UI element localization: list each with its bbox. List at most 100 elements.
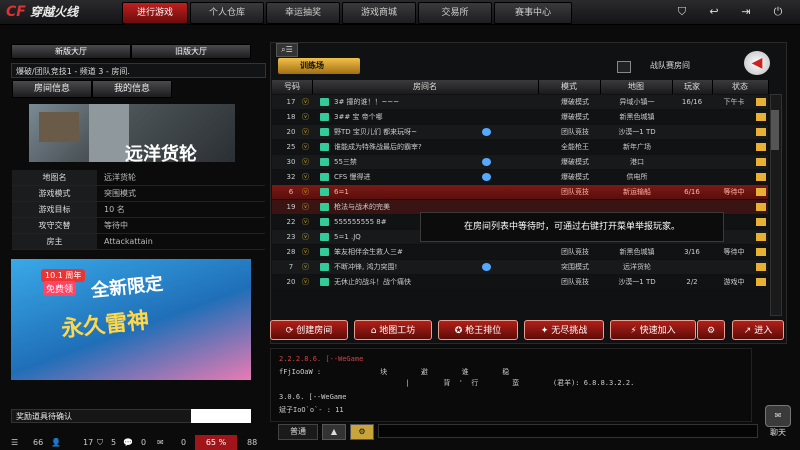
room-number: 6 [288, 188, 294, 196]
new-hall-button[interactable]: 新版大厅 [11, 44, 131, 59]
chat-up-button[interactable]: ▲ [322, 424, 346, 440]
list-icon[interactable]: ☰ [11, 435, 18, 450]
room-row[interactable]: ⓥ 25 谁能成为特殊战最后的霸宰? 全能枪王 新年广场 [272, 140, 768, 154]
room-row[interactable]: ⓥ 7 不断冲锋, 鸿力突围! 突围模式 远洋货轮 [272, 260, 768, 274]
chat-line: 3.0.6. [--WeGame [279, 393, 347, 401]
mail-icon[interactable]: ✉ [157, 435, 164, 450]
promo-banner[interactable]: 10.1 周年 免费领 全新限定 永久雷神 [11, 259, 251, 380]
back-icon[interactable]: ↩ [705, 3, 723, 21]
room-players [672, 140, 712, 154]
room-players: 2/2 [686, 278, 698, 286]
status-badge-icon [756, 203, 766, 211]
status-badge-icon [756, 158, 766, 166]
map-workshop-button[interactable]: ⌂ 地图工坊 [354, 320, 432, 340]
room-name: 野TD 宝贝儿们 都来玩呀~ [334, 128, 417, 136]
room-players [672, 260, 712, 274]
room-players: 3/16 [684, 248, 700, 256]
room-name: CFS 慢得进 [334, 173, 371, 181]
mode-filter-button[interactable]: 训练场 [278, 58, 360, 74]
search-icon[interactable]: ⌕☰ [276, 43, 298, 57]
status-badge-icon [756, 278, 766, 286]
report-tooltip: 在房间列表中等待时，可通过右键打开菜单举报玩家。 [420, 212, 724, 242]
quick-join-button[interactable]: ⚡ 快速加入 [610, 320, 696, 340]
room-map: 新黑色城镇 [619, 248, 655, 256]
room-name: 无休止的战斗！战个痛快 [334, 278, 411, 286]
room-type-icon [320, 98, 329, 106]
tab-play[interactable]: 进行游戏 [122, 2, 188, 24]
spectate-icon[interactable] [482, 263, 491, 271]
shield-icon[interactable]: ⛉ [673, 3, 691, 21]
map-preview-title: 远洋货轮 [125, 144, 197, 165]
banner-free-tag: 免费领 [43, 281, 77, 296]
room-status [714, 260, 754, 274]
gear-icon: ⚙ [706, 326, 716, 336]
room-number: 22 [286, 218, 296, 226]
battle-room-checkbox[interactable] [617, 61, 631, 73]
create-room-icon: ⟳ [285, 326, 297, 336]
create-room-button[interactable]: ⟳ 创建房间 [270, 320, 348, 340]
quick-join-icon: ⚡ [630, 326, 640, 336]
exit-icon[interactable]: ⇥ [737, 3, 755, 21]
back-arrow-icon[interactable]: ◀ [744, 51, 770, 75]
tab-lottery[interactable]: 幸运抽奖 [266, 2, 340, 24]
room-status: 下午卡 [723, 98, 745, 106]
chat-log[interactable]: 2.2.2.8.6. [--WeGame fFjIoOaW : 块 避 谁 稳 … [270, 348, 752, 422]
banner-line2: 永久雷神 [60, 308, 151, 343]
room-status [714, 140, 754, 154]
settings-button[interactable]: ⚙ [697, 320, 725, 340]
tab-warehouse[interactable]: 个人仓库 [190, 2, 264, 24]
tab-exchange[interactable]: 交易所 [418, 2, 492, 24]
room-row[interactable]: ⓥ 17 3# 撞的谁！！~~~ 爆破模式 异域小镇一 16/16 下午卡 [272, 95, 768, 109]
tab-shop[interactable]: 游戏商城 [342, 2, 416, 24]
scrollbar-thumb[interactable] [771, 110, 779, 150]
room-map: 新年广场 [623, 143, 651, 151]
info-row: 游戏目标 10 名 [12, 202, 265, 218]
room-status: 等待中 [723, 248, 745, 256]
room-players [672, 125, 712, 139]
enter-room-button[interactable]: ↗ 进入 [732, 320, 784, 340]
tab-my-info[interactable]: 我的信息 [92, 80, 172, 98]
tab-room-info[interactable]: 房间信息 [12, 80, 92, 98]
chat-settings-button[interactable]: ⚙ [350, 424, 374, 440]
endless-challenge-button[interactable]: ✦ 无尽挑战 [524, 320, 604, 340]
room-map: 异域小镇一 [619, 98, 655, 106]
room-row[interactable]: ⓥ 32 CFS 慢得进 爆破模式 供电所 [272, 170, 768, 184]
room-type-icon [320, 143, 329, 151]
info-row: 游戏模式 突围模式 [12, 186, 265, 202]
room-type-icon [320, 128, 329, 136]
old-hall-button[interactable]: 旧版大厅 [131, 44, 251, 59]
chat-line: 2.2.2.8.6. [--WeGame [279, 355, 364, 363]
room-number: 32 [286, 173, 296, 181]
room-row[interactable]: ⓥ 28 笨友相伴余生救人三# 团队竞技 新黑色城镇 3/16 等待中 [272, 245, 768, 259]
room-row[interactable]: ⓥ 6 6=1 团队竞技 新运输船 6/16 等待中 [272, 185, 768, 199]
room-status: 等待中 [723, 188, 745, 196]
room-map: 供电所 [626, 173, 648, 181]
fps-indicator: 65 % [195, 435, 237, 450]
power-icon[interactable]: ⏻ [769, 3, 787, 21]
info-row: 地图名 远洋货轮 [12, 170, 265, 186]
room-row[interactable]: ⓥ 30 55三禁 爆破模式 港口 [272, 155, 768, 169]
room-row[interactable]: ⓥ 18 3## 宝 帝个哪 爆破模式 新黑色城镇 [272, 110, 768, 124]
room-map: 新黑色城镇 [619, 113, 655, 121]
open-chat-button[interactable]: ✉ 聊天 [762, 405, 794, 445]
room-number: 28 [286, 248, 296, 256]
room-number: 7 [288, 263, 294, 271]
room-number: 20 [286, 128, 296, 136]
chat-mode-select[interactable]: 普通 [278, 424, 318, 440]
room-row[interactable]: ⓥ 20 野TD 宝贝儿们 都来玩呀~ 团队竞技 沙漠一1 TD [272, 125, 768, 139]
spectate-icon[interactable] [482, 173, 491, 181]
tab-events[interactable]: 赛事中心 [494, 2, 572, 24]
room-name: 不断冲锋, 鸿力突围! [334, 263, 398, 271]
ranking-button[interactable]: ✪ 枪王排位 [438, 320, 518, 340]
room-type-icon [320, 278, 329, 286]
status-badge-icon [756, 113, 766, 121]
room-status [714, 125, 754, 139]
room-players [672, 110, 712, 124]
shield-small-icon: ⛉ [97, 438, 103, 447]
status-badge-icon [756, 143, 766, 151]
channel-breadcrumb: 爆破/团队竞技1 - 频道 3 - 房间. [11, 63, 266, 78]
chat-input[interactable] [378, 424, 758, 438]
spectate-icon[interactable] [482, 158, 491, 166]
spectate-icon[interactable] [482, 128, 491, 136]
room-row[interactable]: ⓥ 20 无休止的战斗！战个痛快 团队竞技 沙漠一1 TD 2/2 游戏中 [272, 275, 768, 289]
